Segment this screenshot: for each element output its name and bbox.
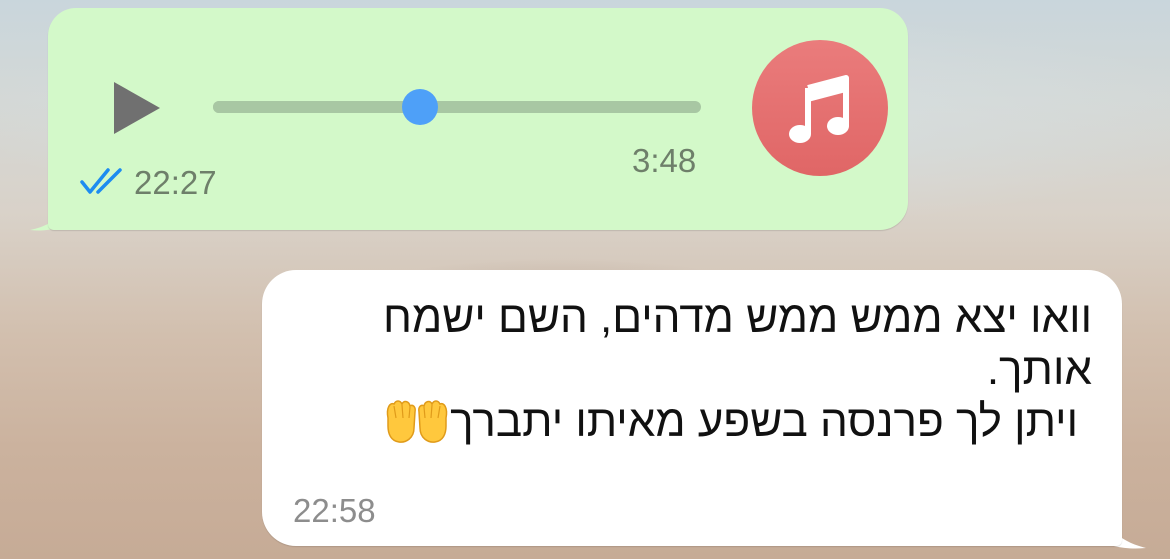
message-text: וואו יצא ממש ממש מדהים, השם ישמח אותך. ו…: [300, 292, 1092, 448]
voice-progress-track[interactable]: [213, 89, 701, 125]
raising-hands-emoji-icon: [386, 400, 448, 443]
voice-progress-fill: [213, 101, 421, 113]
message-line-1: וואו יצא ממש ממש מדהים, השם ישמח: [383, 293, 1092, 342]
message-line-3-text: ויתן לך פרנסה בשפע מאיתו יתברך: [450, 397, 1078, 446]
music-avatar: [752, 40, 888, 176]
double-check-icon: [80, 168, 122, 194]
message-line-3: ויתן לך פרנסה בשפע מאיתו יתברך: [300, 396, 1092, 448]
music-note-icon: [789, 75, 849, 143]
voice-message-time: 22:27: [134, 164, 217, 201]
message-line-2: אותך.: [986, 345, 1092, 394]
play-icon[interactable]: [110, 80, 162, 136]
voice-duration: 3:48: [632, 142, 697, 179]
text-message-time: 22:58: [293, 492, 376, 529]
